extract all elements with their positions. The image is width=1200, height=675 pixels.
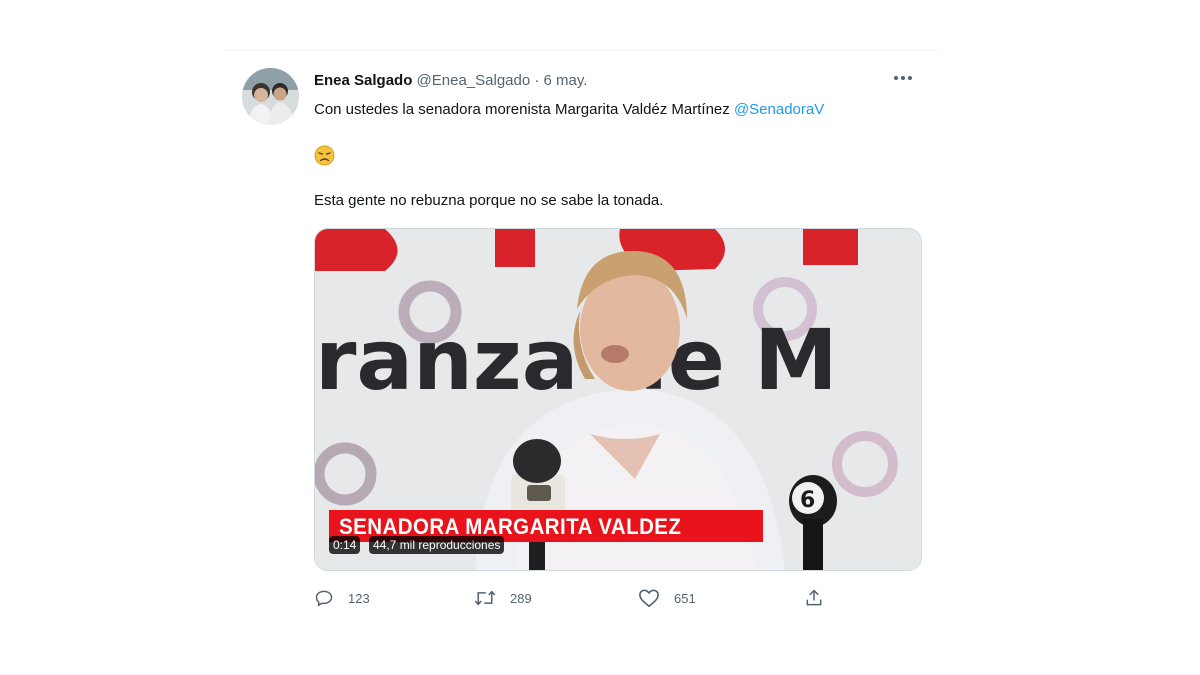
- tweet[interactable]: Enea Salgado @Enea_Salgado · 6 may. Con …: [224, 52, 938, 632]
- like-count: 651: [674, 590, 696, 606]
- tweet-text-line-2: Esta gente no rebuzna porque no se sabe …: [314, 192, 664, 209]
- reply-count: 123: [348, 590, 370, 606]
- share-button[interactable]: [804, 586, 824, 610]
- avatar[interactable]: [242, 68, 299, 125]
- author-name[interactable]: Enea Salgado: [314, 72, 412, 89]
- mention-link[interactable]: @SenadoraV: [734, 101, 824, 118]
- channel-logo: 6: [800, 488, 815, 513]
- separator-dot: ·: [534, 72, 540, 89]
- more-options-button[interactable]: [888, 66, 918, 90]
- video-player[interactable]: ranza de M 6 SENADORA MARGARITA VALDEZ 0…: [314, 228, 922, 571]
- tweet-text-line-1: Con ustedes la senadora morenista Margar…: [314, 101, 824, 118]
- tweet-text: Con ustedes la senadora morenista Margar…: [314, 101, 730, 118]
- tweet-date[interactable]: 6 may.: [544, 72, 588, 89]
- retweet-count: 289: [510, 590, 532, 606]
- video-views-badge: 44,7 mil reproducciones: [369, 536, 505, 554]
- like-button[interactable]: 651: [638, 586, 696, 610]
- tweet-actions: 123 289 651: [314, 586, 834, 610]
- video-duration-badge: 0:14: [329, 536, 361, 554]
- author-handle[interactable]: @Enea_Salgado: [417, 72, 531, 89]
- reply-button[interactable]: 123: [314, 586, 370, 610]
- disappointed-relieved-face-emoji-icon: [314, 145, 335, 166]
- more-icon: [894, 76, 912, 80]
- reply-icon: [315, 590, 333, 607]
- retweet-button[interactable]: 289: [474, 586, 532, 610]
- share-icon: [806, 589, 822, 606]
- retweet-icon: [474, 590, 496, 606]
- timeline-divider: [224, 50, 938, 51]
- tweet-header: Enea Salgado @Enea_Salgado · 6 may.: [314, 72, 587, 89]
- avatar-image: [242, 68, 299, 125]
- heart-icon: [639, 589, 659, 607]
